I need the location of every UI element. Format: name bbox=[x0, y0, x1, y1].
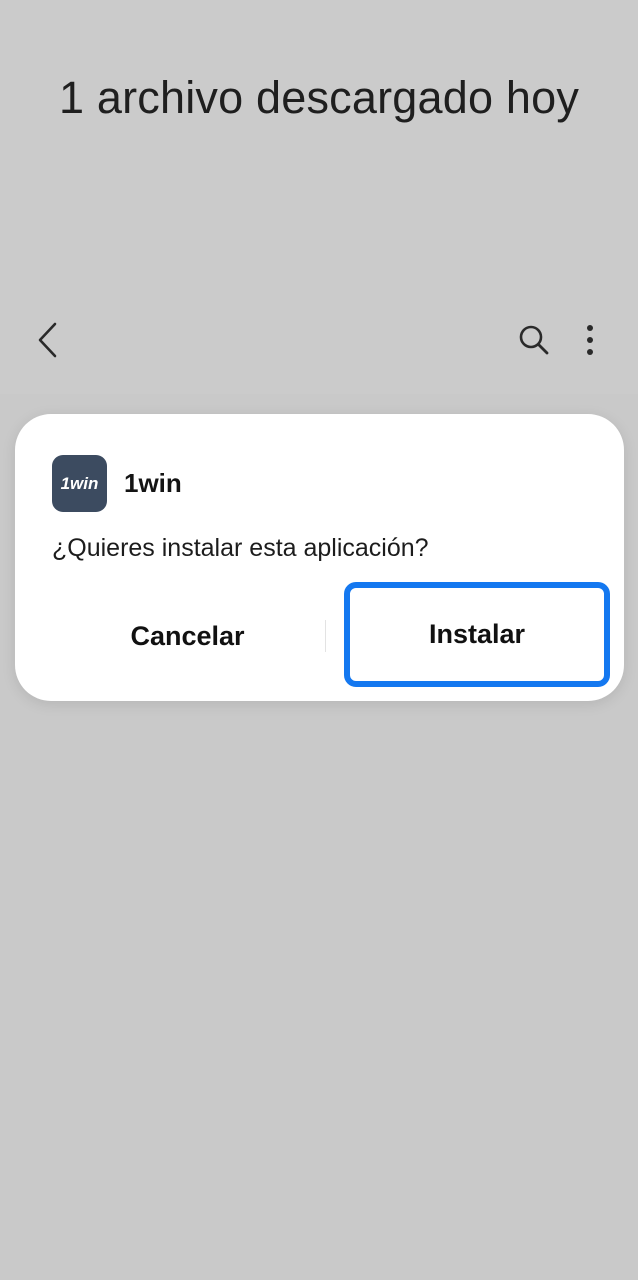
back-button[interactable] bbox=[24, 316, 72, 364]
chevron-left-icon bbox=[38, 322, 57, 358]
app-name: 1win bbox=[124, 468, 182, 498]
app-logo-text: 1win bbox=[61, 474, 99, 493]
more-options-button[interactable] bbox=[566, 316, 614, 364]
more-vertical-icon bbox=[587, 325, 593, 355]
app-icon: 1win bbox=[52, 455, 107, 512]
cancel-button[interactable]: Cancelar bbox=[55, 606, 320, 666]
search-icon bbox=[519, 325, 549, 355]
search-button[interactable] bbox=[510, 316, 558, 364]
button-divider bbox=[325, 620, 326, 652]
app-logo: 1win bbox=[61, 474, 99, 493]
install-question: ¿Quieres instalar esta aplicación? bbox=[52, 534, 429, 562]
cancel-button-label: Cancelar bbox=[130, 620, 245, 651]
install-button[interactable]: Instalar bbox=[344, 582, 610, 687]
install-button-label: Instalar bbox=[428, 619, 526, 649]
page-title: 1 archivo descargado hoy bbox=[58, 72, 580, 123]
install-dialog: 1win 1win ¿Quieres instalar esta aplicac… bbox=[15, 414, 624, 701]
